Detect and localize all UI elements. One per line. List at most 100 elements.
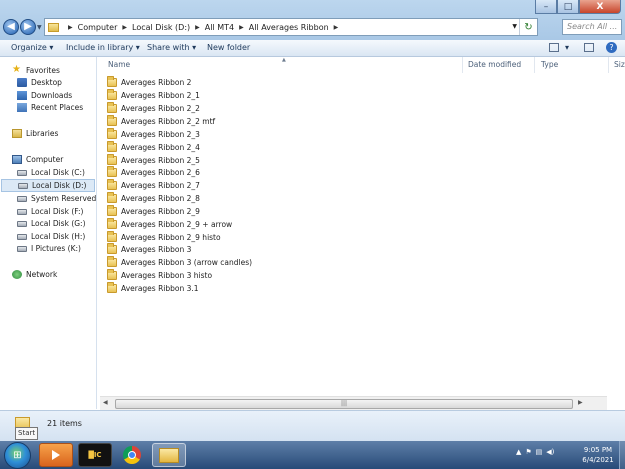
- breadcrumb-averages-ribbon[interactable]: All Averages Ribbon: [249, 23, 329, 32]
- breadcrumb-separator-icon[interactable]: ▶: [334, 24, 339, 31]
- folder-row[interactable]: Averages Ribbon 2_7: [107, 178, 200, 191]
- minimize-button[interactable]: –: [535, 0, 557, 14]
- volume-icon[interactable]: ◀): [546, 448, 554, 456]
- column-divider[interactable]: [534, 57, 535, 73]
- taskbar-chrome[interactable]: [115, 443, 149, 467]
- folder-row[interactable]: Averages Ribbon 3 (arrow candles): [107, 255, 252, 268]
- folder-row[interactable]: Averages Ribbon 3.1: [107, 281, 199, 294]
- folder-name: Averages Ribbon 2_5: [121, 155, 200, 165]
- taskbar-mt4[interactable]: █IC: [78, 443, 112, 467]
- scroll-left-icon[interactable]: ◀: [103, 399, 108, 406]
- view-options-dropdown[interactable]: ▾: [565, 43, 569, 52]
- folder-name: Averages Ribbon 2_9 histo: [121, 232, 221, 242]
- computer-icon: [12, 155, 22, 164]
- folder-row[interactable]: Averages Ribbon 2_8: [107, 191, 200, 204]
- folder-icon: [107, 255, 117, 267]
- clock-time: 9:05 PM: [583, 446, 613, 454]
- folder-icon: [107, 114, 117, 126]
- breadcrumb-computer[interactable]: Computer: [78, 23, 118, 32]
- refresh-button[interactable]: ↻: [519, 19, 537, 35]
- action-center-icon[interactable]: ⚑: [525, 448, 531, 456]
- breadcrumb-separator-icon[interactable]: ▶: [68, 24, 73, 31]
- sidebar-item-recent-places[interactable]: Recent Places: [17, 103, 83, 112]
- sidebar-favorites[interactable]: ★ Favorites: [12, 65, 60, 75]
- address-bar[interactable]: ▶ Computer ▶ Local Disk (D:) ▶ All MT4 ▶…: [44, 18, 538, 36]
- column-header-type[interactable]: Type: [541, 60, 558, 69]
- sidebar-item-drive-e[interactable]: System Reserved (E:): [17, 194, 96, 203]
- folder-row[interactable]: Averages Ribbon 2_1: [107, 88, 200, 101]
- maximize-button[interactable]: □: [557, 0, 579, 14]
- folder-name: Averages Ribbon 2_8: [121, 193, 200, 203]
- folder-row[interactable]: Averages Ribbon 2_9 histo: [107, 230, 221, 243]
- share-with-button[interactable]: Share with ▾: [147, 43, 196, 52]
- folder-icon: [107, 75, 117, 87]
- clock[interactable]: 9:05 PM 6/4/2021: [578, 445, 618, 465]
- sidebar-item-desktop[interactable]: Desktop: [17, 78, 62, 87]
- sidebar-item-drive-f[interactable]: Local Disk (F:): [17, 207, 83, 216]
- folder-name: Averages Ribbon 2_9 + arrow: [121, 219, 233, 229]
- folder-row[interactable]: Averages Ribbon 2_9 + arrow: [107, 217, 233, 230]
- help-icon[interactable]: ?: [606, 42, 617, 53]
- sidebar-network[interactable]: Network: [12, 270, 57, 279]
- new-folder-button[interactable]: New folder: [207, 43, 250, 52]
- folder-row[interactable]: Averages Ribbon 2_9: [107, 204, 200, 217]
- breadcrumb-all-mt4[interactable]: All MT4: [205, 23, 234, 32]
- column-divider[interactable]: [462, 57, 463, 73]
- sidebar-item-downloads[interactable]: Downloads: [17, 91, 72, 100]
- folder-row[interactable]: Averages Ribbon 3: [107, 242, 191, 255]
- taskbar-media-player[interactable]: [39, 443, 73, 467]
- organize-button[interactable]: Organize ▾: [11, 43, 53, 52]
- address-dropdown-icon[interactable]: ▼: [512, 23, 517, 30]
- folder-row[interactable]: Averages Ribbon 2_6: [107, 165, 200, 178]
- show-desktop-button[interactable]: [619, 441, 625, 469]
- show-hidden-icons-icon[interactable]: ▲: [516, 448, 521, 456]
- drive-icon: [17, 195, 27, 202]
- recent-locations-dropdown[interactable]: ▼: [37, 24, 42, 31]
- forward-button[interactable]: ▶: [20, 19, 36, 35]
- folder-name: Averages Ribbon 3 histo: [121, 270, 213, 280]
- scrollbar-thumb[interactable]: |||: [115, 399, 573, 409]
- network-status-icon[interactable]: ▤: [536, 448, 543, 456]
- breadcrumb-separator-icon[interactable]: ▶: [195, 24, 200, 31]
- forward-arrow-icon: ▶: [24, 21, 32, 32]
- preview-pane-icon[interactable]: [584, 43, 594, 52]
- scroll-right-icon[interactable]: ▶: [578, 399, 583, 406]
- close-button[interactable]: X: [579, 0, 621, 14]
- change-view-icon[interactable]: [549, 43, 559, 52]
- breadcrumb-local-disk-d[interactable]: Local Disk (D:): [132, 23, 190, 32]
- sidebar-item-drive-d[interactable]: Local Disk (D:): [1, 179, 95, 192]
- column-header-size[interactable]: Size: [614, 60, 625, 69]
- back-button[interactable]: ◀: [3, 19, 19, 35]
- folder-icon: [107, 281, 117, 293]
- folder-row[interactable]: Averages Ribbon 2_4: [107, 140, 200, 153]
- start-button[interactable]: ⊞: [4, 442, 31, 469]
- column-header-name[interactable]: Name: [108, 60, 130, 69]
- column-divider[interactable]: [608, 57, 609, 73]
- sidebar-computer[interactable]: Computer: [12, 155, 63, 164]
- breadcrumb-separator-icon[interactable]: ▶: [122, 24, 127, 31]
- sidebar-label: Computer: [26, 155, 64, 164]
- include-in-library-button[interactable]: Include in library ▾: [66, 43, 140, 52]
- sidebar-item-drive-g[interactable]: Local Disk (G:): [17, 219, 86, 228]
- folder-icon: [107, 178, 117, 190]
- horizontal-scrollbar[interactable]: ◀ ||| ▶: [100, 396, 607, 411]
- folder-row[interactable]: Averages Ribbon 2_2: [107, 101, 200, 114]
- folder-row[interactable]: Averages Ribbon 2_5: [107, 153, 200, 166]
- column-header-date-modified[interactable]: Date modified: [468, 60, 521, 69]
- taskbar-explorer[interactable]: [152, 443, 186, 467]
- folder-row[interactable]: Averages Ribbon 2: [107, 75, 191, 88]
- folder-icon: [107, 230, 117, 242]
- sidebar-label: Local Disk (F:): [31, 207, 84, 216]
- window-controls: – □ X: [535, 0, 621, 14]
- search-input[interactable]: Search All ...: [562, 19, 622, 35]
- breadcrumb-separator-icon[interactable]: ▶: [239, 24, 244, 31]
- folder-row[interactable]: Averages Ribbon 2_2 mtf: [107, 114, 215, 127]
- sidebar-item-drive-k[interactable]: I Pictures (K:): [17, 244, 81, 253]
- folder-name: Averages Ribbon 2_7: [121, 180, 200, 190]
- sidebar-item-drive-h[interactable]: Local Disk (H:): [17, 232, 85, 241]
- folder-row[interactable]: Averages Ribbon 2_3: [107, 127, 200, 140]
- folder-row[interactable]: Averages Ribbon 3 histo: [107, 268, 213, 281]
- drive-icon: [17, 169, 27, 176]
- sidebar-item-drive-c[interactable]: Local Disk (C:): [17, 168, 85, 177]
- sidebar-libraries[interactable]: Libraries: [12, 129, 58, 138]
